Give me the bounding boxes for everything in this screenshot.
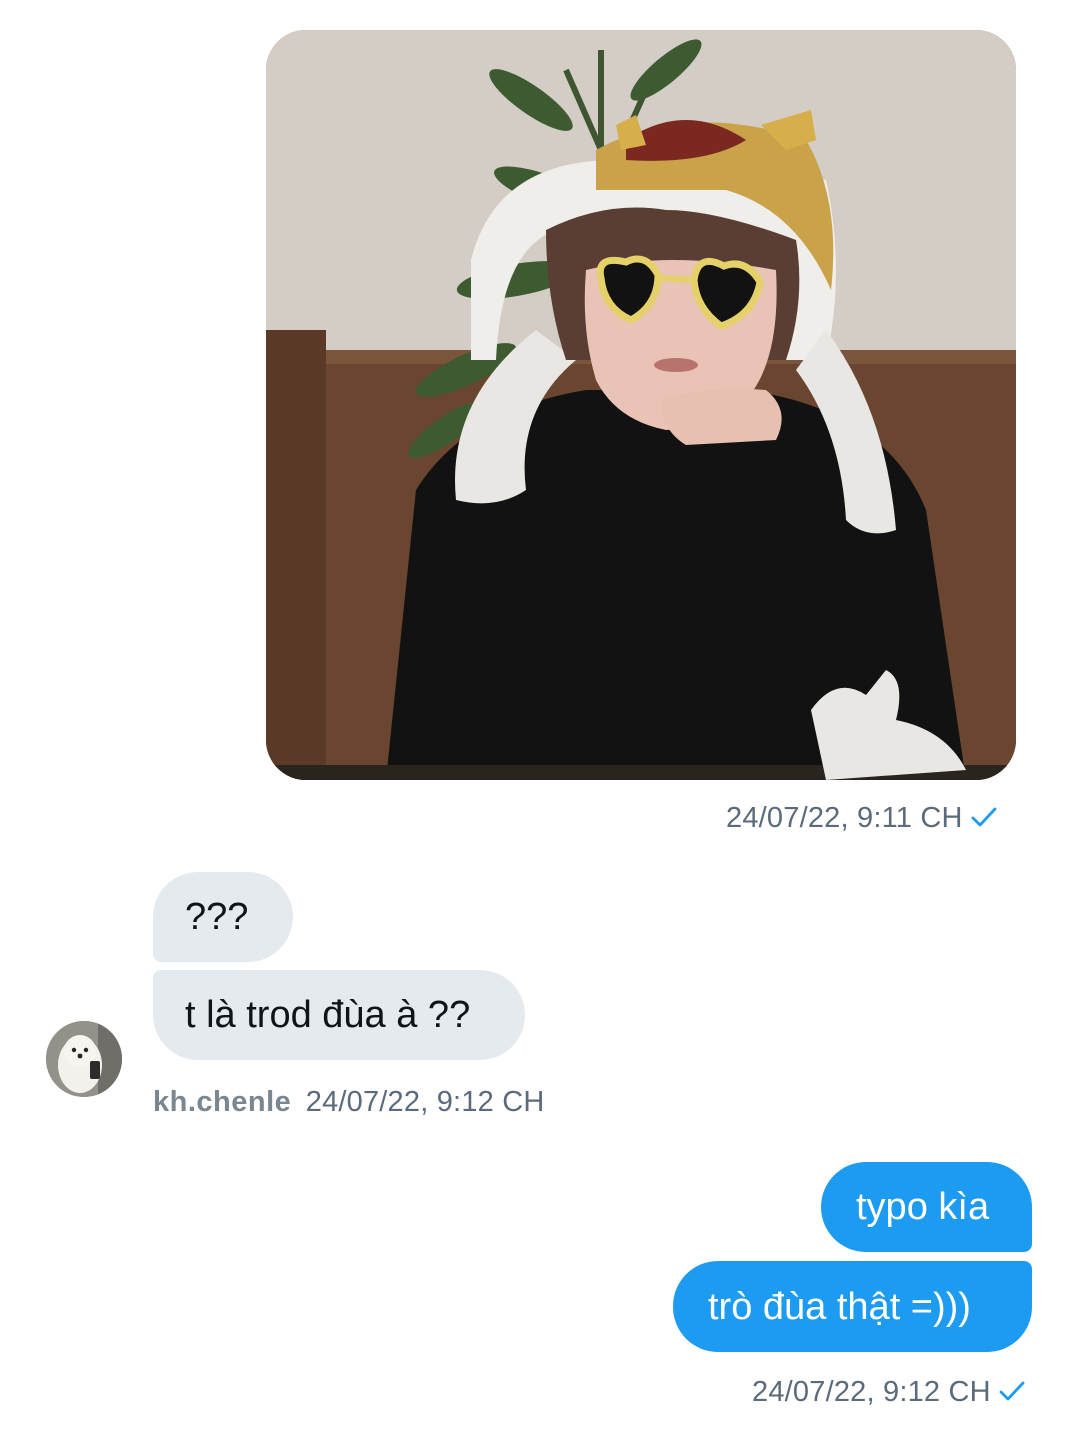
outgoing-meta: 24/07/22, 9:12 CH [752, 1376, 1025, 1409]
incoming-meta: kh.chenle 24/07/22, 9:12 CH [153, 1086, 545, 1119]
outgoing-message-bubble[interactable]: typo kìa [821, 1162, 1032, 1252]
message-text: typo kìa [856, 1186, 990, 1228]
check-icon [999, 1381, 1025, 1401]
timestamp: 24/07/22, 9:12 CH [752, 1376, 991, 1408]
check-icon [971, 807, 997, 827]
incoming-message-bubble[interactable]: t là trod đùa à ?? [153, 970, 525, 1060]
avatar[interactable] [46, 1021, 122, 1097]
incoming-message-bubble[interactable]: ??? [153, 872, 293, 962]
sent-image-meta: 24/07/22, 9:11 CH [726, 802, 997, 835]
sent-photo[interactable] [266, 30, 1016, 780]
sender-name[interactable]: kh.chenle [153, 1086, 291, 1118]
timestamp: 24/07/22, 9:12 CH [305, 1086, 545, 1118]
dog-avatar-icon [46, 1021, 122, 1097]
message-text: ??? [185, 896, 249, 938]
message-text: trò đùa thật =))) [708, 1285, 971, 1328]
timestamp: 24/07/22, 9:11 CH [726, 802, 963, 834]
message-text: t là trod đùa à ?? [185, 994, 471, 1036]
outgoing-message-bubble[interactable]: trò đùa thật =))) [673, 1261, 1032, 1352]
photo-illustration [266, 30, 1016, 780]
